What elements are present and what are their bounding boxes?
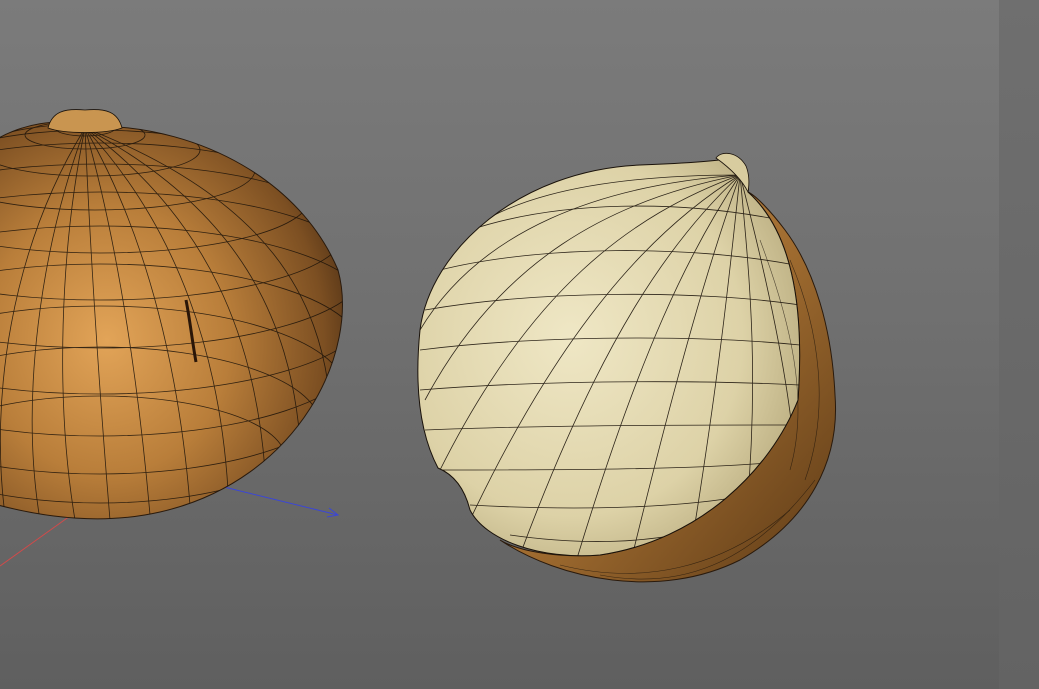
z-axis-line bbox=[219, 485, 339, 516]
whole-seed-object[interactable] bbox=[0, 109, 370, 520]
cut-seed-object[interactable] bbox=[417, 152, 837, 583]
side-panel-strip bbox=[999, 0, 1039, 689]
whole-seed-body bbox=[0, 121, 343, 520]
whole-seed-nub bbox=[47, 109, 123, 133]
3d-viewport[interactable] bbox=[0, 0, 999, 689]
x-axis-line bbox=[0, 515, 71, 567]
scene-canvas[interactable] bbox=[0, 0, 999, 689]
